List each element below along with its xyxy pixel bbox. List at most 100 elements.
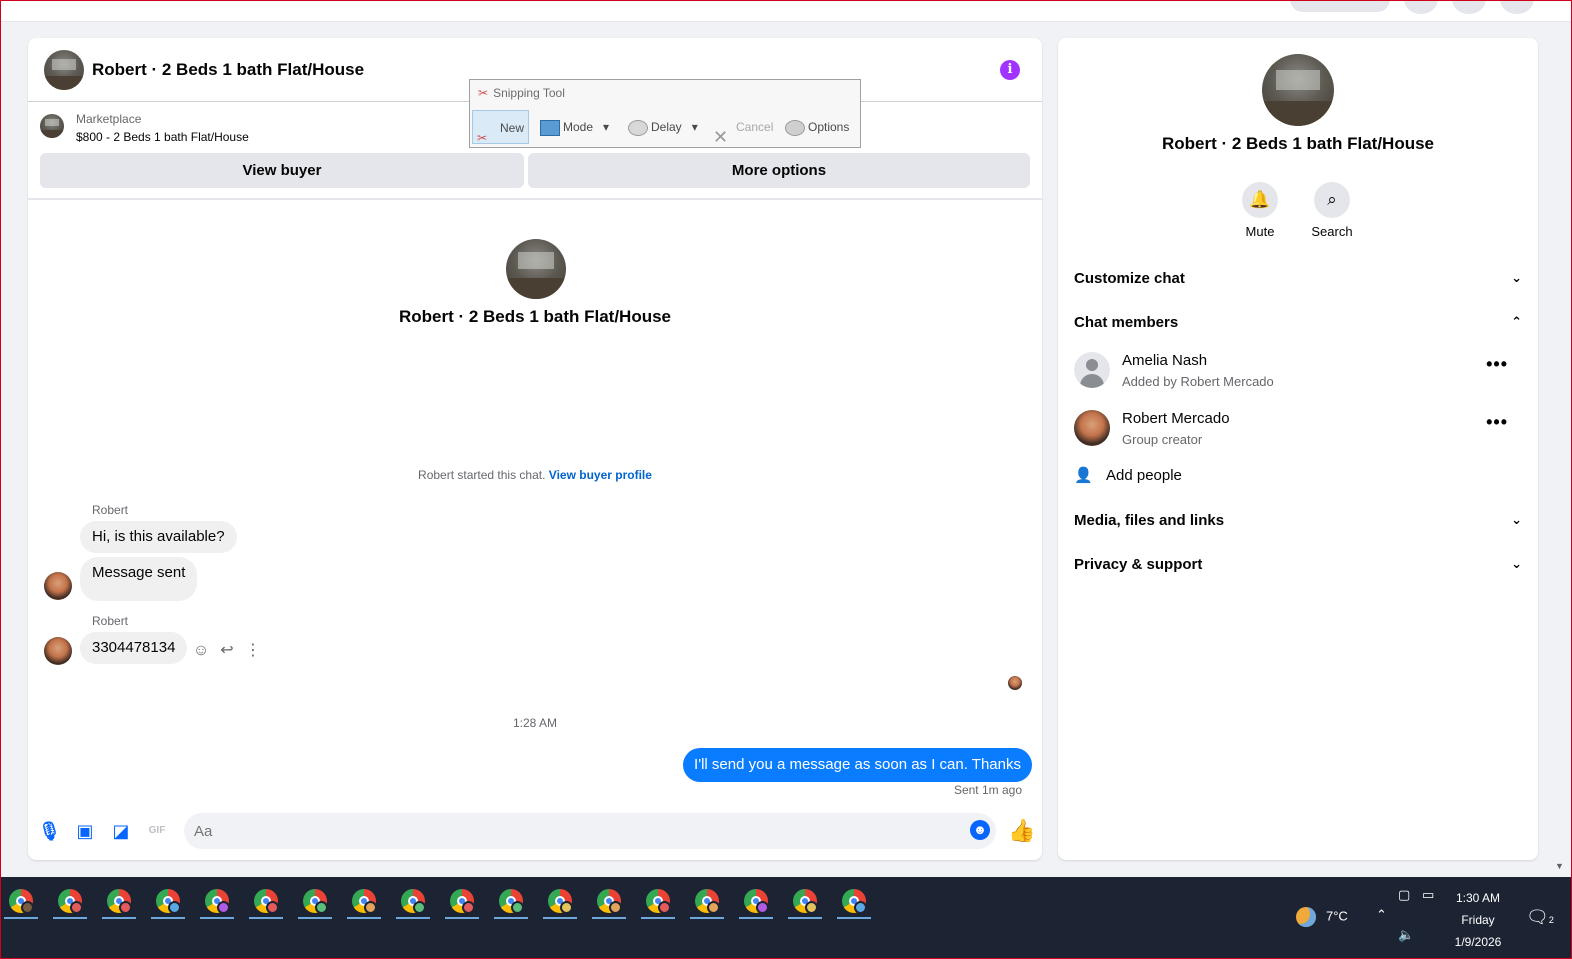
tray-chevron-up-icon[interactable]: ⌃ [1376, 907, 1387, 923]
profile-badge-icon [21, 901, 34, 914]
running-indicator [690, 917, 724, 919]
intro-avatar [506, 239, 566, 299]
member-row[interactable]: Amelia Nash Added by Robert Mercado ••• [1074, 352, 1522, 400]
taskbar-chrome-app[interactable] [589, 885, 629, 919]
top-search-pill[interactable] [1290, 0, 1390, 12]
search-icon: ⌕ [1314, 182, 1350, 218]
sticker-icon[interactable]: ◪ [110, 820, 132, 842]
profile-badge-icon [70, 901, 83, 914]
snip-options-label: Options [808, 120, 850, 134]
snip-delay-button[interactable]: Delay ▾ [628, 110, 698, 144]
taskbar-chrome-app[interactable] [638, 885, 678, 919]
privacy-support-section[interactable]: Privacy & support ⌄ [1074, 556, 1522, 576]
taskbar-chrome-app[interactable] [295, 885, 335, 919]
notifications-icon[interactable]: 🗨2 [1526, 907, 1554, 928]
taskbar-chrome-app[interactable] [540, 885, 580, 919]
media-files-section[interactable]: Media, files and links ⌄ [1074, 512, 1522, 532]
search-button[interactable]: ⌕ Search [1302, 182, 1362, 239]
chevron-down-icon: ▾ [691, 120, 698, 134]
running-indicator [788, 917, 822, 919]
running-indicator [53, 917, 87, 919]
taskbar-chrome-app[interactable] [197, 885, 237, 919]
menu-icon[interactable] [1404, 0, 1438, 14]
add-person-icon: 👤 [1074, 467, 1093, 484]
weather-widget[interactable]: 7°C [1296, 907, 1348, 927]
notification-count: 2 [1548, 915, 1554, 925]
meet-icon[interactable]: ▢ [1398, 887, 1410, 903]
mute-button[interactable]: 🔔 Mute [1230, 182, 1290, 239]
message-bubble[interactable]: Hi, is this available? [80, 521, 237, 553]
temperature: 7°C [1326, 908, 1348, 924]
volume-icon[interactable]: 🔈 [1398, 927, 1414, 943]
browser-top-strip [0, 0, 1572, 22]
taskbar-chrome-app[interactable] [1, 885, 41, 919]
composer: 🎙 ▣ ◪ GIF ☻ 👍 [28, 808, 1042, 860]
search-label: Search [1311, 224, 1353, 239]
profile-badge-icon [413, 901, 426, 914]
snip-new-button[interactable]: ✂ New [472, 110, 530, 145]
message-bubble[interactable]: Message sent [80, 557, 198, 601]
chat-title[interactable]: Robert · 2 Beds 1 bath Flat/House [92, 60, 364, 80]
more-options-button[interactable]: More options [528, 153, 1030, 188]
mic-icon[interactable]: 🎙 [38, 820, 61, 842]
mode-icon [540, 119, 560, 136]
mute-label: Mute [1245, 224, 1275, 239]
taskbar-chrome-app[interactable] [246, 885, 286, 919]
close-icon: ✕ [713, 126, 729, 147]
sender-avatar[interactable] [44, 637, 72, 665]
member-row[interactable]: Robert Mercado Group creator ••• [1074, 410, 1522, 458]
snip-options-button[interactable]: Options [785, 110, 849, 144]
customize-chat-section[interactable]: Customize chat ⌄ [1074, 270, 1522, 290]
running-indicator [494, 917, 528, 919]
divider [28, 198, 1042, 200]
react-icon[interactable]: ☺ [188, 642, 214, 660]
like-icon[interactable]: 👍 [1008, 818, 1035, 844]
messenger-icon[interactable] [1452, 0, 1486, 14]
reply-icon[interactable]: ↩ [214, 640, 240, 660]
chevron-down-icon: ⌄ [1511, 270, 1522, 285]
taskbar-chrome-app[interactable] [687, 885, 727, 919]
message-input[interactable] [184, 813, 996, 849]
view-buyer-button[interactable]: View buyer [40, 153, 524, 188]
running-indicator [298, 917, 332, 919]
sender-avatar[interactable] [44, 572, 72, 600]
more-icon[interactable]: ⋮ [240, 640, 266, 660]
details-avatar [1262, 54, 1334, 126]
message-timestamp: 1:28 AM [512, 716, 558, 730]
gif-icon[interactable]: GIF [146, 820, 168, 842]
clock[interactable]: 1:30 AM Friday 1/9/2026 [1440, 887, 1516, 953]
message-bubble[interactable]: 3304478134 [80, 632, 188, 664]
taskbar-chrome-app[interactable] [442, 885, 482, 919]
snip-mode-button[interactable]: Mode ▾ [540, 110, 609, 144]
taskbar-chrome-app[interactable] [99, 885, 139, 919]
details-title: Robert · 2 Beds 1 bath Flat/House [1161, 134, 1435, 153]
network-icon[interactable]: ▭ [1422, 887, 1434, 903]
more-icon[interactable]: ••• [1486, 354, 1508, 375]
running-indicator [200, 917, 234, 919]
taskbar-chrome-app[interactable] [50, 885, 90, 919]
chat-members-section[interactable]: Chat members ⌃ [1074, 314, 1522, 334]
taskbar-chrome-app[interactable] [785, 885, 825, 919]
info-icon[interactable]: i [1000, 60, 1020, 80]
taskbar-chrome-app[interactable] [344, 885, 384, 919]
snip-cancel-button[interactable]: ✕ Cancel [713, 110, 774, 147]
photo-icon[interactable]: ▣ [74, 820, 96, 842]
listing-label: Marketplace [76, 112, 142, 126]
chat-avatar[interactable] [44, 50, 84, 90]
system-message: Robert started this chat. View buyer pro… [28, 468, 1042, 482]
scrollbar-down-arrow[interactable]: ▼ [1555, 861, 1564, 871]
taskbar-chrome-app[interactable] [148, 885, 188, 919]
profile-avatar[interactable] [1500, 0, 1534, 14]
taskbar-chrome-app[interactable] [834, 885, 874, 919]
more-icon[interactable]: ••• [1486, 412, 1508, 433]
emoji-icon[interactable]: ☻ [970, 820, 990, 840]
taskbar-chrome-app[interactable] [393, 885, 433, 919]
outgoing-message[interactable]: I'll send you a message as soon as I can… [683, 748, 1032, 782]
taskbar-chrome-app[interactable] [736, 885, 776, 919]
taskbar-chrome-app[interactable] [491, 885, 531, 919]
profile-badge-icon [854, 901, 867, 914]
add-people-button[interactable]: 👤 Add people [1074, 466, 1522, 486]
scissors-icon: ✂ [477, 130, 488, 145]
view-buyer-profile-link[interactable]: View buyer profile [549, 468, 652, 482]
snip-cancel-label: Cancel [736, 120, 774, 134]
